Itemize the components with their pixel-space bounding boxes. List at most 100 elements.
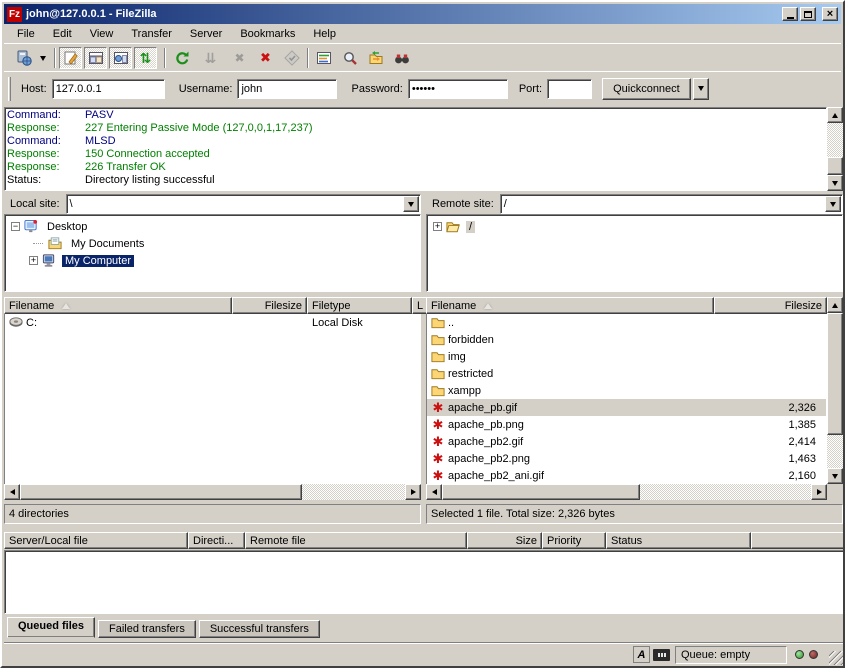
find-files-button[interactable]: [390, 47, 413, 69]
port-label: Port:: [519, 83, 542, 95]
scroll-left-button[interactable]: [4, 484, 20, 500]
queue-body[interactable]: [4, 550, 845, 614]
reconnect-button[interactable]: [280, 47, 303, 69]
column-header-server-local-file[interactable]: Server/Local file: [4, 532, 188, 549]
tab-successful-transfers[interactable]: Successful transfers: [199, 620, 320, 638]
file-row[interactable]: ..: [427, 314, 826, 331]
password-input[interactable]: [408, 79, 508, 99]
expand-icon[interactable]: +: [433, 222, 442, 231]
toggle-queue-button[interactable]: ⇅: [134, 47, 157, 69]
local-file-list[interactable]: C: Local Disk: [4, 314, 421, 484]
scroll-right-button[interactable]: [811, 484, 827, 500]
host-input[interactable]: [52, 79, 165, 99]
username-input[interactable]: [237, 79, 337, 99]
cancel-operation-button[interactable]: ✖: [228, 47, 251, 69]
menu-bookmarks[interactable]: Bookmarks: [231, 26, 304, 42]
directory-comparison-button[interactable]: [338, 47, 361, 69]
file-row[interactable]: xampp: [427, 382, 826, 399]
port-input[interactable]: [547, 79, 592, 99]
tree-item-my-documents[interactable]: My Documents: [5, 235, 420, 252]
file-row[interactable]: ✱ apache_pb2.png 1,463: [427, 450, 826, 467]
synchronized-browsing-button[interactable]: [364, 47, 387, 69]
file-row[interactable]: C: Local Disk: [5, 314, 420, 331]
local-site-dropdown[interactable]: [403, 196, 419, 212]
scroll-track[interactable]: [827, 435, 843, 468]
remote-list-scrollbar[interactable]: [827, 297, 843, 484]
file-row[interactable]: ✱ apache_pb2_ani.gif 2,160: [427, 467, 826, 484]
file-row[interactable]: forbidden: [427, 331, 826, 348]
local-list-hscrollbar[interactable]: [4, 484, 421, 500]
resize-grip[interactable]: [829, 651, 843, 665]
expand-icon[interactable]: +: [29, 256, 38, 265]
minimize-button[interactable]: [782, 7, 798, 21]
menu-view[interactable]: View: [81, 26, 123, 42]
refresh-button[interactable]: [170, 47, 193, 69]
column-header-priority[interactable]: Priority: [542, 532, 606, 549]
quickconnect-button[interactable]: Quickconnect: [602, 78, 691, 100]
column-header-status[interactable]: Status: [606, 532, 751, 549]
scroll-thumb[interactable]: [827, 313, 843, 435]
toggle-message-log-button[interactable]: [59, 47, 82, 69]
scroll-track[interactable]: [302, 484, 405, 500]
process-queue-button[interactable]: ⇊: [199, 47, 222, 69]
file-row[interactable]: ✱ apache_pb2.gif 2,414: [427, 433, 826, 450]
remote-file-list[interactable]: .. forbidden img restricted xampp ✱ apac…: [426, 314, 827, 484]
remote-list-hscrollbar[interactable]: [426, 484, 827, 500]
site-manager-button[interactable]: [12, 47, 35, 69]
menu-edit[interactable]: Edit: [44, 26, 81, 42]
column-header-filesize[interactable]: Filesize: [714, 297, 827, 314]
file-row-selected[interactable]: ✱ apache_pb.gif 2,326: [427, 399, 826, 416]
file-row[interactable]: restricted: [427, 365, 826, 382]
scroll-left-button[interactable]: [426, 484, 442, 500]
tree-item-root[interactable]: + /: [427, 218, 842, 235]
column-header-remote-file[interactable]: Remote file: [245, 532, 467, 549]
file-row[interactable]: ✱ apache_pb.png 1,385: [427, 416, 826, 433]
filter-button[interactable]: [312, 47, 335, 69]
scroll-up-button[interactable]: [827, 297, 843, 313]
title-bar[interactable]: Fz john@127.0.0.1 - FileZilla ×: [4, 4, 841, 24]
menu-file[interactable]: File: [8, 26, 44, 42]
local-site-combo[interactable]: \: [66, 194, 421, 214]
data-type-indicator-icon[interactable]: A: [633, 646, 650, 663]
menu-server[interactable]: Server: [181, 26, 231, 42]
scroll-thumb[interactable]: [827, 157, 843, 175]
tab-failed-transfers[interactable]: Failed transfers: [98, 620, 196, 638]
site-manager-dropdown[interactable]: [36, 47, 49, 69]
collapse-icon[interactable]: −: [11, 222, 20, 231]
local-tree[interactable]: − Desktop My Documents +: [4, 214, 421, 292]
scroll-track[interactable]: [640, 484, 811, 500]
disconnect-button[interactable]: ✖: [254, 47, 277, 69]
column-header-filename[interactable]: Filename: [4, 297, 232, 314]
scroll-down-button[interactable]: [827, 468, 843, 484]
close-button[interactable]: ×: [822, 7, 838, 21]
column-header-direction[interactable]: Directi...: [188, 532, 245, 549]
tree-item-my-computer[interactable]: + My Computer: [5, 252, 420, 269]
maximize-button[interactable]: [800, 7, 816, 21]
menu-transfer[interactable]: Transfer: [122, 26, 181, 42]
remote-tree[interactable]: + /: [426, 214, 843, 292]
quickconnect-dropdown[interactable]: [693, 78, 709, 100]
menu-help[interactable]: Help: [304, 26, 345, 42]
scroll-thumb[interactable]: [20, 484, 302, 500]
remote-site-dropdown[interactable]: [825, 196, 841, 212]
file-row[interactable]: img: [427, 348, 826, 365]
column-header-filetype[interactable]: Filetype: [307, 297, 412, 314]
scroll-up-button[interactable]: [827, 107, 843, 123]
tree-item-desktop[interactable]: − Desktop: [5, 218, 420, 235]
tab-queued-files[interactable]: Queued files: [7, 617, 95, 638]
column-header-size[interactable]: Size: [467, 532, 542, 549]
scroll-thumb[interactable]: [442, 484, 640, 500]
toggle-local-tree-button[interactable]: [84, 47, 107, 69]
column-header-filesize[interactable]: Filesize: [232, 297, 307, 314]
scroll-right-button[interactable]: [405, 484, 421, 500]
scroll-down-button[interactable]: [827, 175, 843, 191]
toggle-remote-tree-button[interactable]: [109, 47, 132, 69]
message-log[interactable]: Command:PASV Response:227 Entering Passi…: [4, 107, 827, 191]
file-name: apache_pb2_ani.gif: [448, 470, 714, 482]
log-text: MLSD: [85, 135, 116, 148]
remote-site-combo[interactable]: /: [500, 194, 843, 214]
column-header-filename[interactable]: Filename: [426, 297, 714, 314]
file-name: forbidden: [448, 334, 714, 346]
speed-limits-icon[interactable]: [653, 649, 670, 661]
log-scrollbar[interactable]: [827, 107, 843, 191]
